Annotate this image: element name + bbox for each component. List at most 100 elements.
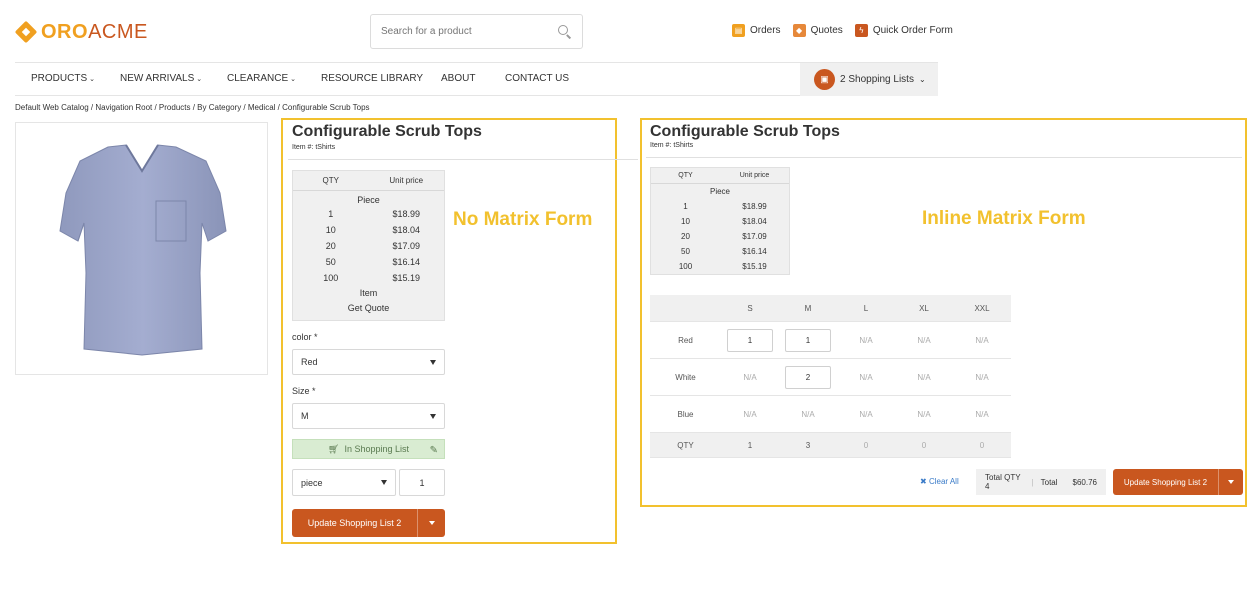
update-shopping-list-label[interactable]: Update Shopping List 2	[1113, 469, 1219, 495]
divider	[288, 159, 638, 160]
price-row: 50 $16.14	[325, 257, 421, 267]
matrix-header-row: S M L XL XXL	[650, 295, 1011, 322]
price-unit-piece: Piece	[709, 187, 730, 196]
price-table-header: QTY Unit price	[293, 171, 444, 191]
size-label: Size *	[292, 386, 316, 396]
size-col-xl: XL	[919, 303, 929, 313]
price-row: 100 $15.19	[323, 273, 421, 283]
pencil-icon[interactable]: ✎	[430, 445, 438, 456]
product-image[interactable]	[15, 122, 268, 375]
summary-separator: |	[1031, 477, 1034, 487]
orders-link[interactable]: ▤ Orders	[732, 24, 781, 37]
matrix-cell-input[interactable]: 1	[785, 328, 831, 352]
product-title: Configurable Scrub Tops	[650, 123, 840, 140]
search-box	[370, 14, 583, 49]
price-row: 100 $15.19	[678, 262, 767, 271]
matrix-cell-input[interactable]: 1	[727, 328, 773, 352]
price-row: 1 $18.99	[328, 209, 421, 219]
nav-resource-library[interactable]: RESOURCE LIBRARY	[321, 73, 423, 84]
product-title: Configurable Scrub Tops	[292, 123, 482, 140]
price-row: 1 $18.99	[683, 202, 767, 211]
logo-oro: ORO	[41, 20, 89, 43]
qty-total-xl: 0	[921, 440, 927, 450]
matrix-row-white: White N/A 2 N/A N/A N/A	[650, 359, 1011, 396]
matrix-cell-na: N/A	[859, 409, 873, 419]
price-unit-item: Item	[359, 288, 378, 298]
update-shopping-list-button[interactable]: Update Shopping List 2	[292, 509, 445, 537]
update-shopping-list-button[interactable]: Update Shopping List 2	[1113, 469, 1243, 495]
nav-clearance[interactable]: CLEARANCE ⌄	[227, 73, 296, 84]
qty-row-label: QTY	[677, 440, 694, 450]
row-label-white: White	[675, 372, 696, 382]
shopping-lists-label: 2 Shopping Lists	[840, 74, 914, 85]
search-input[interactable]	[381, 26, 558, 37]
top-links: ▤ Orders ◆ Quotes ϟ Quick Order Form	[732, 24, 953, 37]
row-label-red: Red	[678, 335, 693, 345]
quick-order-label: Quick Order Form	[872, 25, 953, 36]
row-label-blue: Blue	[677, 409, 694, 419]
cart-icon: 🛒︎	[328, 443, 340, 454]
matrix-cell-na: N/A	[917, 372, 931, 382]
in-shopping-list-badge[interactable]: 🛒︎ In Shopping List ✎	[292, 439, 445, 459]
size-select[interactable]: M	[292, 403, 445, 429]
unit-select[interactable]: piece	[292, 469, 396, 496]
size-col-xxl: XXL	[974, 303, 990, 313]
item-number: Item #: tShirts	[292, 144, 336, 151]
price-unit-piece: Piece	[357, 195, 380, 205]
total-value: $60.76	[1072, 477, 1097, 487]
shopping-lists-button[interactable]: ▣ 2 Shopping Lists ⌄	[800, 63, 938, 96]
matrix-cell-na: N/A	[859, 335, 873, 345]
logo-mark-icon	[14, 20, 38, 44]
search-icon[interactable]	[558, 24, 572, 39]
color-label: color *	[292, 332, 318, 342]
total-qty: Total QTY 4	[985, 473, 1021, 491]
caret-down-icon	[430, 359, 436, 365]
breadcrumb[interactable]: Default Web Catalog / Navigation Root / …	[15, 103, 370, 112]
quick-order-link[interactable]: ϟ Quick Order Form	[854, 24, 953, 37]
price-col-qty: QTY	[678, 172, 693, 179]
caret-down-icon	[381, 480, 387, 485]
price-row: 10 $18.04	[325, 225, 421, 235]
qty-total-s: 1	[747, 440, 753, 450]
price-row: 10 $18.04	[681, 217, 767, 226]
quotes-link[interactable]: ◆ Quotes	[792, 24, 843, 37]
price-col-unit-price: Unit price	[389, 176, 424, 185]
chevron-down-icon: ⌄	[89, 76, 95, 83]
qty-total-l: 0	[863, 440, 869, 450]
price-table: QTY Unit price Piece 1 $18.99 10 $18.04 20…	[292, 170, 445, 321]
get-quote-link[interactable]: Get Quote	[293, 302, 444, 313]
item-number: Item #: tShirts	[650, 142, 694, 149]
nav-new-arrivals[interactable]: NEW ARRIVALS ⌄	[120, 73, 202, 84]
matrix-cell-na: N/A	[975, 335, 989, 345]
orders-icon: ▤	[732, 24, 745, 37]
quantity-input[interactable]: 1	[399, 469, 445, 496]
quotes-icon: ◆	[792, 24, 806, 37]
caret-down-icon[interactable]	[418, 521, 445, 525]
matrix-summary: Total QTY 4 | Total $60.76	[976, 469, 1106, 495]
chevron-down-icon: ⌄	[290, 76, 297, 83]
matrix-cell-na: N/A	[975, 372, 989, 382]
matrix-cell-na: N/A	[917, 409, 931, 419]
caret-down-icon[interactable]	[1219, 480, 1243, 484]
shopping-list-icon: ▣	[814, 69, 835, 90]
size-col-l: L	[863, 303, 869, 313]
clear-all-link[interactable]: ✖ Clear All	[920, 477, 959, 486]
matrix-form: S M L XL XXL Red 1 1 N/A N/A N/A White N…	[650, 295, 1011, 458]
unit-value: piece	[301, 477, 323, 488]
nav-about[interactable]: ABOUT	[441, 73, 475, 84]
color-value: Red	[301, 357, 318, 367]
update-shopping-list-label[interactable]: Update Shopping List 2	[292, 509, 418, 537]
qty-total-xxl: 0	[979, 440, 985, 450]
scrub-top-image	[59, 144, 227, 356]
matrix-cell-na: N/A	[743, 372, 757, 382]
matrix-cell-input[interactable]: 2	[785, 365, 831, 389]
no-matrix-annotation: No Matrix Form	[453, 209, 593, 230]
chevron-down-icon: ⌄	[918, 75, 926, 84]
matrix-cell-na: N/A	[743, 409, 757, 419]
color-select[interactable]: Red	[292, 349, 445, 375]
nav-products[interactable]: PRODUCTS ⌄	[31, 73, 95, 84]
logo[interactable]: OROACME	[14, 20, 148, 44]
price-table: QTY Unit price Piece 1 $18.99 10 $18.04 20…	[650, 167, 790, 275]
nav-contact-us[interactable]: CONTACT US	[505, 73, 569, 84]
price-table-header: QTY Unit price	[651, 168, 789, 184]
